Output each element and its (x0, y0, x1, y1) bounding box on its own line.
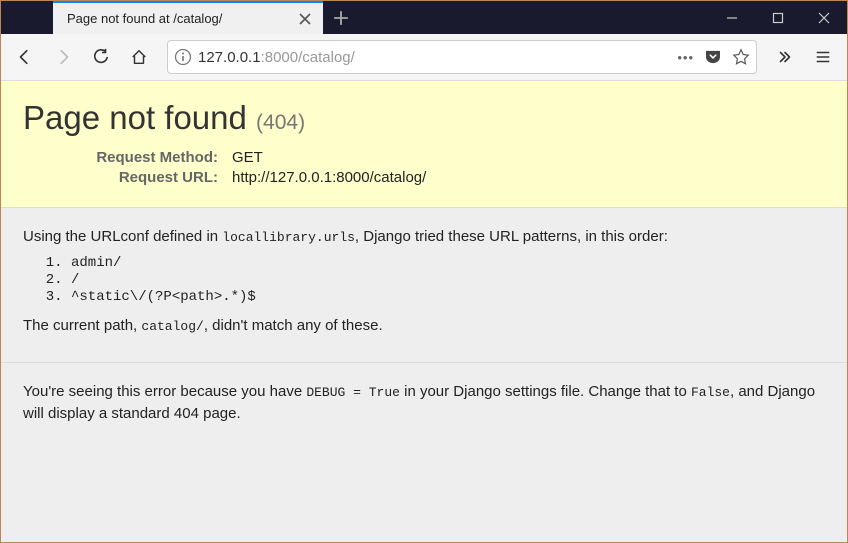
back-button[interactable] (9, 41, 41, 73)
debug-footer: You're seeing this error because you hav… (1, 363, 847, 441)
close-tab-button[interactable] (297, 11, 313, 27)
request-meta: Request Method: GET Request URL: http://… (78, 149, 825, 186)
url-text[interactable]: 127.0.0.1:8000/catalog/ (198, 49, 671, 66)
urlconf-code: locallibrary.urls (222, 230, 355, 245)
intro-text: Using the URLconf defined in locallibrar… (23, 226, 825, 247)
back-icon (16, 48, 34, 66)
url-rest: :8000/catalog/ (261, 49, 355, 66)
nav-toolbar: 127.0.0.1:8000/catalog/ ••• (1, 34, 847, 81)
browser-tab[interactable]: Page not found at /catalog/ (53, 1, 323, 34)
meta-value: GET (232, 149, 263, 166)
app-menu-button[interactable] (807, 41, 839, 73)
error-title: Page not found (404) (23, 99, 825, 137)
path-code: catalog/ (141, 319, 203, 334)
meta-row-method: Request Method: GET (78, 149, 825, 166)
overflow-button[interactable] (769, 41, 801, 73)
maximize-button[interactable] (755, 1, 801, 34)
close-window-button[interactable] (801, 1, 847, 34)
info-icon (174, 48, 192, 66)
maximize-icon (772, 12, 784, 24)
meta-label: Request Method: (78, 149, 218, 166)
chevron-double-right-icon (776, 48, 794, 66)
window-controls (709, 1, 847, 34)
reload-icon (92, 48, 110, 66)
home-button[interactable] (123, 41, 155, 73)
error-header: Page not found (404) Request Method: GET… (1, 81, 847, 208)
tab-title: Page not found at /catalog/ (67, 11, 222, 26)
url-host: 127.0.0.1 (198, 49, 261, 66)
pocket-icon (704, 48, 722, 66)
url-pattern-list: admin/ / ^static\/(?P<path>.*)$ (71, 255, 825, 305)
url-pattern-item: admin/ (71, 255, 825, 271)
forward-icon (54, 48, 72, 66)
tab-strip-spacer (1, 1, 53, 34)
page-content: Page not found (404) Request Method: GET… (1, 81, 847, 542)
debug-note: You're seeing this error because you hav… (23, 381, 825, 423)
false-code: False (691, 385, 730, 400)
debug-code: DEBUG = True (306, 385, 400, 400)
forward-button (47, 41, 79, 73)
url-pattern-item: ^static\/(?P<path>.*)$ (71, 289, 825, 305)
meta-label: Request URL: (78, 169, 218, 186)
home-icon (130, 48, 148, 66)
minimize-icon (726, 12, 738, 24)
error-code: (404) (256, 111, 305, 134)
minimize-button[interactable] (709, 1, 755, 34)
star-icon (732, 48, 750, 66)
page-actions-button[interactable]: ••• (677, 50, 694, 65)
bookmark-button[interactable] (732, 48, 750, 66)
close-icon (299, 13, 311, 25)
site-info-button[interactable] (174, 48, 192, 66)
close-icon (818, 12, 830, 24)
plus-icon (333, 10, 349, 26)
error-title-text: Page not found (23, 99, 247, 136)
meta-value: http://127.0.0.1:8000/catalog/ (232, 169, 426, 186)
titlebar: Page not found at /catalog/ (1, 1, 847, 34)
url-pattern-item: / (71, 272, 825, 288)
meta-row-url: Request URL: http://127.0.0.1:8000/catal… (78, 169, 825, 186)
nomatch-text: The current path, catalog/, didn't match… (23, 315, 825, 336)
reload-button[interactable] (85, 41, 117, 73)
url-bar[interactable]: 127.0.0.1:8000/catalog/ ••• (167, 40, 757, 74)
pocket-button[interactable] (704, 48, 722, 66)
hamburger-icon (814, 48, 832, 66)
error-body: Using the URLconf defined in locallibrar… (1, 208, 847, 363)
new-tab-button[interactable] (323, 1, 359, 34)
